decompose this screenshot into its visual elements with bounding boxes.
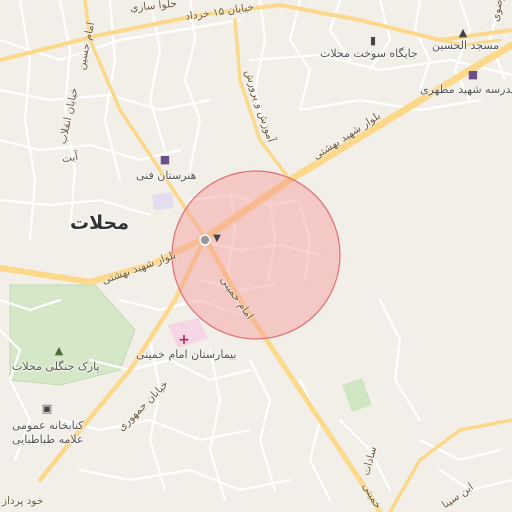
hospital-icon[interactable]: + bbox=[177, 333, 191, 347]
place-label-library-line2: علامه طباطبایی bbox=[12, 433, 84, 446]
place-label-fuel-station: جایگاه سوخت محلات bbox=[320, 47, 418, 60]
place-label-library-line1: کتابخانه عمومی bbox=[12, 419, 84, 432]
mosque-icon[interactable]: ▲ bbox=[456, 26, 470, 40]
shop-icon[interactable]: ▼ bbox=[210, 232, 224, 246]
map-canvas[interactable]: ■ ▮ ▲ ■ + ▲ ▣ ▼ محلات هنرستان فنی جایگاه… bbox=[0, 0, 512, 512]
buffer-circle bbox=[171, 170, 341, 340]
green-patch bbox=[342, 378, 372, 412]
tree-icon[interactable]: ▲ bbox=[52, 344, 66, 358]
place-label-vocational-school: هنرستان فنی bbox=[136, 169, 197, 182]
fuel-station-icon[interactable]: ▮ bbox=[366, 34, 380, 48]
place-label-park: پارک جنگلی محلات bbox=[12, 360, 100, 373]
school-icon[interactable]: ■ bbox=[466, 68, 480, 82]
school-area bbox=[152, 192, 174, 210]
city-label: محلات bbox=[70, 212, 129, 234]
place-label-mosque: مسجد الحسین bbox=[432, 39, 500, 52]
school-icon[interactable]: ■ bbox=[158, 153, 172, 167]
place-label-school: مدرسه شهید مطهری bbox=[420, 83, 512, 96]
roundabout-marker bbox=[199, 234, 211, 246]
street-label-khodparvar: خود پرداز bbox=[2, 495, 44, 507]
book-icon[interactable]: ▣ bbox=[40, 402, 54, 416]
place-label-hospital: بیمارستان امام خمینی bbox=[136, 348, 237, 361]
